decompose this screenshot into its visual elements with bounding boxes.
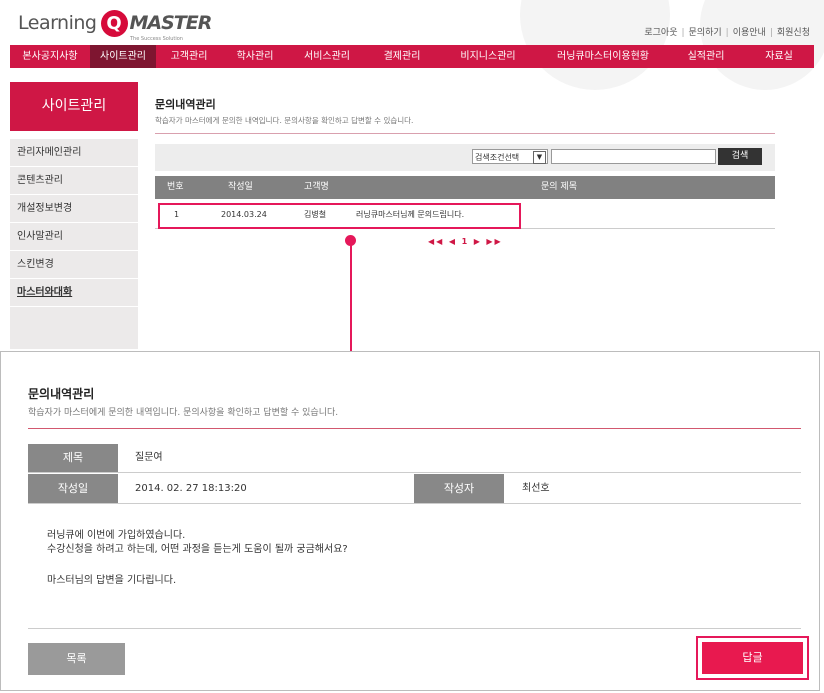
divider (28, 472, 801, 473)
reply-button[interactable]: 답글 (702, 642, 803, 674)
search-condition-select[interactable]: 검색조건선택 ▼ (472, 149, 548, 164)
column-header-date: 작성일 (228, 182, 253, 192)
logo-tagline: The Success Solution (130, 36, 183, 42)
nav-item-notice[interactable]: 본사공지사항 (10, 45, 90, 68)
sidebar-item-greeting[interactable]: 인사말관리 (10, 223, 138, 251)
page-description: 학습자가 마스터에게 문의한 내역입니다. 문의사항을 확인하고 답변할 수 있… (155, 116, 414, 125)
first-page-icon[interactable]: ◀◀ (428, 237, 444, 246)
table-header: 번호 작성일 고객명 문의 제목 (155, 176, 775, 199)
logout-link[interactable]: 로그아웃 (644, 28, 677, 38)
column-header-title: 문의 제목 (541, 182, 577, 192)
sidebar: 관리자메인관리 콘텐츠관리 개설정보변경 인사말관리 스킨변경 마스터와대화 (10, 139, 138, 349)
guide-link[interactable]: 이용안내 (733, 28, 766, 38)
subject-label: 제목 (28, 444, 118, 472)
nav-item-academic[interactable]: 학사관리 (222, 45, 288, 68)
sidebar-item-contents[interactable]: 콘텐츠관리 (10, 167, 138, 195)
main-nav: 본사공지사항 사이트관리 고객관리 학사관리 서비스관리 결제관리 비지니스관리… (10, 45, 814, 68)
author-value: 최선호 (522, 483, 550, 494)
date-label: 작성일 (28, 474, 118, 503)
page-title: 문의내역관리 (155, 98, 216, 111)
connector-line (350, 243, 352, 355)
nav-item-business[interactable]: 비지니스관리 (438, 45, 538, 68)
logo-text: MASTER (129, 12, 213, 34)
nav-item-archive[interactable]: 자료실 (744, 45, 814, 68)
search-button[interactable]: 검색 (718, 148, 762, 165)
next-page-icon[interactable]: ▶ (474, 237, 482, 246)
nav-item-usage-status[interactable]: 러닝큐마스터이용현황 (538, 45, 668, 68)
chevron-down-icon: ▼ (533, 151, 546, 164)
nav-item-customer[interactable]: 고객관리 (156, 45, 222, 68)
nav-item-payment[interactable]: 결제관리 (366, 45, 438, 68)
body-text-line: 러닝큐에 이번에 가입하였습니다. (47, 530, 186, 541)
row-highlight-frame (158, 203, 521, 229)
divider (28, 503, 801, 504)
logo-text: Learning (18, 12, 97, 34)
last-page-icon[interactable]: ▶▶ (486, 237, 502, 246)
divider (28, 628, 801, 629)
search-input[interactable] (551, 149, 716, 164)
author-label: 작성자 (414, 474, 504, 503)
divider (28, 428, 801, 429)
sidebar-title: 사이트관리 (10, 82, 138, 131)
divider (155, 133, 775, 134)
column-header-name: 고객명 (304, 182, 329, 192)
sidebar-item-master-chat[interactable]: 마스터와대화 (10, 279, 138, 307)
nav-item-service[interactable]: 서비스관리 (288, 45, 366, 68)
detail-description: 학습자가 마스터에게 문의한 내역입니다. 문의사항을 확인하고 답변할 수 있… (28, 408, 339, 418)
inquiry-link[interactable]: 문의하기 (689, 28, 722, 38)
connector-dot (345, 235, 356, 246)
subject-value: 질문여 (135, 452, 163, 463)
detail-title: 문의내역관리 (28, 387, 95, 401)
prev-page-icon[interactable]: ◀ (449, 237, 457, 246)
sidebar-item-skin[interactable]: 스킨변경 (10, 251, 138, 279)
select-value: 검색조건선택 (475, 153, 520, 162)
top-links: 로그아웃 | 문의하기 | 이용안내 | 회원신청 (644, 28, 810, 38)
signup-link[interactable]: 회원신청 (777, 28, 810, 38)
page-number[interactable]: 1 (462, 237, 470, 246)
sidebar-item-open-info[interactable]: 개설정보변경 (10, 195, 138, 223)
logo[interactable]: Learning Q MASTER The Success Solution (18, 8, 213, 42)
body-text-line: 수강신청을 하려고 하는데, 어떤 과정을 듣는게 도움이 될까 궁금해서요? (47, 544, 348, 555)
list-button[interactable]: 목록 (28, 643, 125, 675)
date-value: 2014. 02. 27 18:13:20 (135, 483, 247, 494)
search-bar: 검색조건선택 ▼ 검색 (155, 144, 775, 171)
sidebar-item-admin-main[interactable]: 관리자메인관리 (10, 139, 138, 167)
nav-item-performance[interactable]: 실적관리 (668, 45, 744, 68)
nav-item-site-management[interactable]: 사이트관리 (90, 45, 156, 68)
column-header-number: 번호 (167, 182, 184, 192)
logo-q-mark: Q (100, 9, 128, 37)
pagination: ◀◀ ◀ 1 ▶ ▶▶ (428, 237, 503, 246)
body-text-line: 마스터님의 답변을 기다립니다. (47, 575, 177, 586)
